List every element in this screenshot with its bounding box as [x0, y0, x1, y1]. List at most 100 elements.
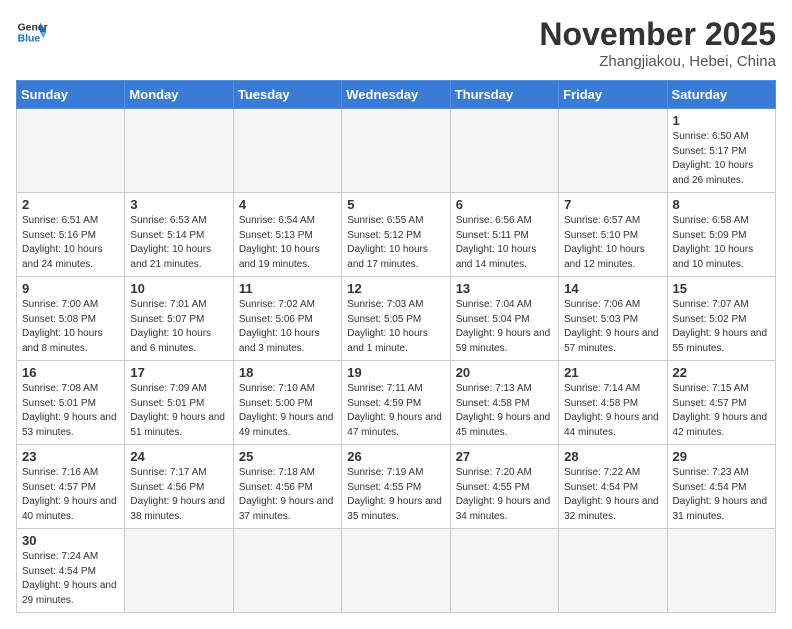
day-number: 8 — [673, 197, 770, 212]
day-info: Sunrise: 7:00 AM Sunset: 5:08 PM Dayligh… — [22, 298, 119, 356]
day-number: 20 — [456, 365, 553, 380]
day-info: Sunrise: 7:17 AM Sunset: 4:56 PM Dayligh… — [130, 466, 227, 524]
calendar-cell: 22Sunrise: 7:15 AM Sunset: 4:57 PM Dayli… — [667, 361, 775, 445]
day-number: 7 — [564, 197, 661, 212]
calendar-cell: 10Sunrise: 7:01 AM Sunset: 5:07 PM Dayli… — [125, 277, 233, 361]
day-number: 19 — [347, 365, 444, 380]
day-header-monday: Monday — [125, 81, 233, 109]
logo-icon: General Blue — [16, 16, 48, 48]
day-number: 14 — [564, 281, 661, 296]
day-info: Sunrise: 7:09 AM Sunset: 5:01 PM Dayligh… — [130, 382, 227, 440]
day-header-sunday: Sunday — [17, 81, 125, 109]
calendar-cell: 24 Sunrise: 7:17 AM Sunset: 4:56 PM Dayli… — [125, 445, 233, 529]
day-info: Sunrise: 6:54 AM Sunset: 5:13 PM Dayligh… — [239, 214, 336, 272]
day-number: 5 — [347, 197, 444, 212]
calendar-cell: 4 Sunrise: 6:54 AM Sunset: 5:13 PM Daylig… — [233, 193, 341, 277]
day-info: Sunrise: 6:57 AM Sunset: 5:10 PM Dayligh… — [564, 214, 661, 272]
calendar-cell: 1Sunrise: 6:50 AM Sunset: 5:17 PM Daylig… — [667, 109, 775, 193]
calendar-cell: 3 Sunrise: 6:53 AM Sunset: 5:14 PM Daylig… — [125, 193, 233, 277]
calendar-week-row: 2 Sunrise: 6:51 AM Sunset: 5:16 PM Daylig… — [17, 193, 776, 277]
day-info: Sunrise: 7:13 AM Sunset: 4:58 PM Dayligh… — [456, 382, 553, 440]
calendar-cell: 19 Sunrise: 7:11 AM Sunset: 4:59 PM Dayli… — [342, 361, 450, 445]
calendar-cell: 11 Sunrise: 7:02 AM Sunset: 5:06 PM Dayli… — [233, 277, 341, 361]
calendar-cell — [233, 109, 341, 193]
day-info: Sunrise: 6:55 AM Sunset: 5:12 PM Dayligh… — [347, 214, 444, 272]
day-number: 27 — [456, 449, 553, 464]
day-info: Sunrise: 6:53 AM Sunset: 5:14 PM Dayligh… — [130, 214, 227, 272]
day-info: Sunrise: 7:23 AM Sunset: 4:54 PM Dayligh… — [673, 466, 770, 524]
day-header-friday: Friday — [559, 81, 667, 109]
calendar-cell — [667, 529, 775, 613]
calendar-week-row: 1Sunrise: 6:50 AM Sunset: 5:17 PM Daylig… — [17, 109, 776, 193]
calendar-cell: 18 Sunrise: 7:10 AM Sunset: 5:00 PM Dayli… — [233, 361, 341, 445]
calendar-cell: 14Sunrise: 7:06 AM Sunset: 5:03 PM Dayli… — [559, 277, 667, 361]
calendar-cell: 9 Sunrise: 7:00 AM Sunset: 5:08 PM Daylig… — [17, 277, 125, 361]
calendar-cell — [450, 109, 558, 193]
day-number: 9 — [22, 281, 119, 296]
calendar-cell: 27Sunrise: 7:20 AM Sunset: 4:55 PM Dayli… — [450, 445, 558, 529]
day-info: Sunrise: 7:01 AM Sunset: 5:07 PM Dayligh… — [130, 298, 227, 356]
day-number: 3 — [130, 197, 227, 212]
day-number: 24 — [130, 449, 227, 464]
calendar-cell — [559, 109, 667, 193]
month-title: November 2025 — [539, 16, 776, 53]
logo: General Blue — [16, 16, 48, 48]
calendar-cell: 20 Sunrise: 7:13 AM Sunset: 4:58 PM Dayli… — [450, 361, 558, 445]
day-info: Sunrise: 7:10 AM Sunset: 5:00 PM Dayligh… — [239, 382, 336, 440]
day-info: Sunrise: 7:22 AM Sunset: 4:54 PM Dayligh… — [564, 466, 661, 524]
calendar-cell: 23Sunrise: 7:16 AM Sunset: 4:57 PM Dayli… — [17, 445, 125, 529]
day-info: Sunrise: 7:18 AM Sunset: 4:56 PM Dayligh… — [239, 466, 336, 524]
calendar-cell: 16 Sunrise: 7:08 AM Sunset: 5:01 PM Dayli… — [17, 361, 125, 445]
day-number: 17 — [130, 365, 227, 380]
day-info: Sunrise: 6:51 AM Sunset: 5:16 PM Dayligh… — [22, 214, 119, 272]
day-info: Sunrise: 7:07 AM Sunset: 5:02 PM Dayligh… — [673, 298, 770, 356]
calendar-cell: 6 Sunrise: 6:56 AM Sunset: 5:11 PM Daylig… — [450, 193, 558, 277]
day-number: 16 — [22, 365, 119, 380]
calendar-cell: 17 Sunrise: 7:09 AM Sunset: 5:01 PM Dayli… — [125, 361, 233, 445]
day-info: Sunrise: 6:56 AM Sunset: 5:11 PM Dayligh… — [456, 214, 553, 272]
page-header: General Blue November 2025 Zhangjiakou, … — [16, 16, 776, 70]
calendar-cell: 21Sunrise: 7:14 AM Sunset: 4:58 PM Dayli… — [559, 361, 667, 445]
calendar-cell — [342, 529, 450, 613]
calendar-header-row: SundayMondayTuesdayWednesdayThursdayFrid… — [17, 81, 776, 109]
day-number: 15 — [673, 281, 770, 296]
day-info: Sunrise: 7:03 AM Sunset: 5:05 PM Dayligh… — [347, 298, 444, 356]
day-number: 2 — [22, 197, 119, 212]
day-info: Sunrise: 7:24 AM Sunset: 4:54 PM Dayligh… — [22, 550, 119, 608]
title-block: November 2025 Zhangjiakou, Hebei, China — [539, 16, 776, 70]
day-number: 29 — [673, 449, 770, 464]
day-number: 25 — [239, 449, 336, 464]
day-header-wednesday: Wednesday — [342, 81, 450, 109]
day-info: Sunrise: 7:16 AM Sunset: 4:57 PM Dayligh… — [22, 466, 119, 524]
calendar-week-row: 23Sunrise: 7:16 AM Sunset: 4:57 PM Dayli… — [17, 445, 776, 529]
day-header-saturday: Saturday — [667, 81, 775, 109]
calendar-week-row: 30Sunrise: 7:24 AM Sunset: 4:54 PM Dayli… — [17, 529, 776, 613]
calendar-cell: 28 Sunrise: 7:22 AM Sunset: 4:54 PM Dayli… — [559, 445, 667, 529]
calendar-cell — [559, 529, 667, 613]
day-number: 4 — [239, 197, 336, 212]
day-info: Sunrise: 7:04 AM Sunset: 5:04 PM Dayligh… — [456, 298, 553, 356]
day-number: 6 — [456, 197, 553, 212]
day-info: Sunrise: 7:11 AM Sunset: 4:59 PM Dayligh… — [347, 382, 444, 440]
svg-text:Blue: Blue — [18, 34, 41, 45]
calendar-cell — [17, 109, 125, 193]
day-number: 28 — [564, 449, 661, 464]
day-number: 1 — [673, 113, 770, 128]
calendar-cell: 25 Sunrise: 7:18 AM Sunset: 4:56 PM Dayli… — [233, 445, 341, 529]
calendar-week-row: 9 Sunrise: 7:00 AM Sunset: 5:08 PM Daylig… — [17, 277, 776, 361]
day-number: 18 — [239, 365, 336, 380]
day-info: Sunrise: 7:19 AM Sunset: 4:55 PM Dayligh… — [347, 466, 444, 524]
calendar-cell: 12Sunrise: 7:03 AM Sunset: 5:05 PM Dayli… — [342, 277, 450, 361]
calendar-cell: 5 Sunrise: 6:55 AM Sunset: 5:12 PM Daylig… — [342, 193, 450, 277]
day-number: 21 — [564, 365, 661, 380]
day-number: 11 — [239, 281, 336, 296]
calendar-week-row: 16 Sunrise: 7:08 AM Sunset: 5:01 PM Dayli… — [17, 361, 776, 445]
day-number: 26 — [347, 449, 444, 464]
day-info: Sunrise: 7:02 AM Sunset: 5:06 PM Dayligh… — [239, 298, 336, 356]
calendar-table: SundayMondayTuesdayWednesdayThursdayFrid… — [16, 80, 776, 613]
calendar-cell — [125, 529, 233, 613]
calendar-cell — [125, 109, 233, 193]
calendar-cell: 8Sunrise: 6:58 AM Sunset: 5:09 PM Daylig… — [667, 193, 775, 277]
calendar-cell: 2 Sunrise: 6:51 AM Sunset: 5:16 PM Daylig… — [17, 193, 125, 277]
day-info: Sunrise: 7:08 AM Sunset: 5:01 PM Dayligh… — [22, 382, 119, 440]
